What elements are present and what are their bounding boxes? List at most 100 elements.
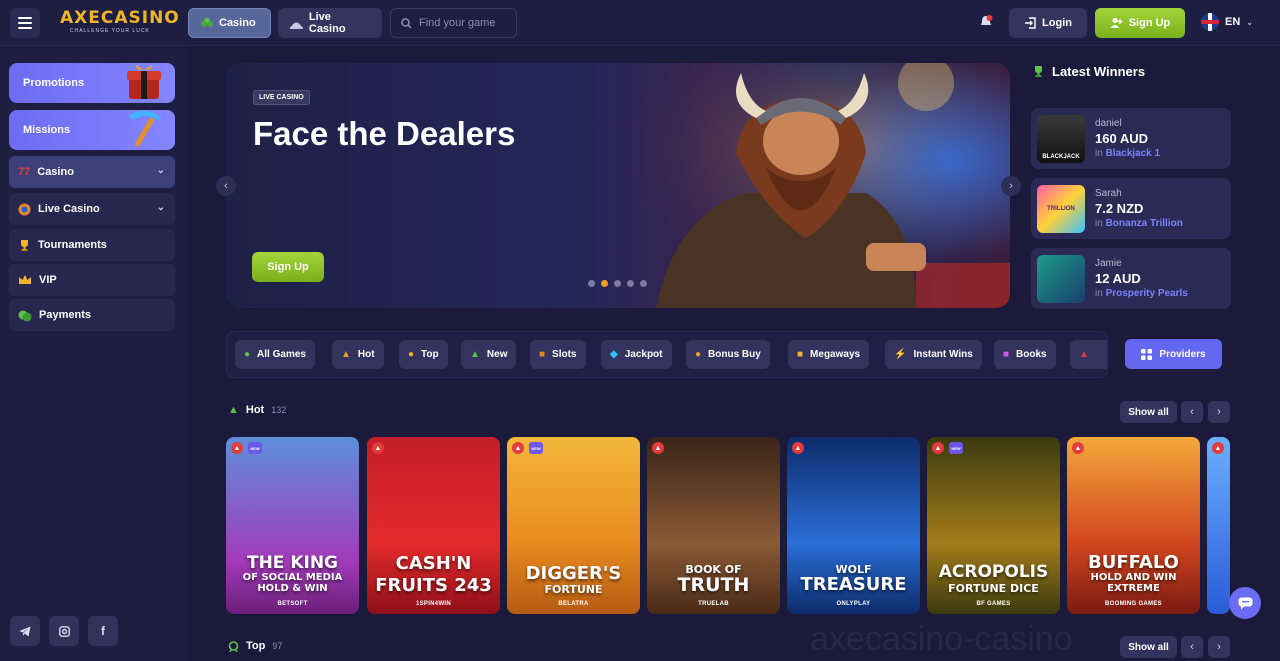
category-new[interactable]: ▲ New — [461, 340, 517, 369]
category-all-games[interactable]: ● All Games — [235, 340, 315, 369]
hot-show-all-button[interactable]: Show all — [1120, 401, 1177, 423]
category-slots[interactable]: ■ Slots — [530, 340, 586, 369]
winner-game-link[interactable]: Blackjack 1 — [1106, 148, 1161, 159]
search-placeholder: Find your game — [419, 17, 496, 29]
hot-badge-icon: ▲ — [231, 442, 243, 454]
game-subtitle: HOLD AND WIN — [1090, 572, 1177, 583]
bonanza-trillion-thumbnail: TRILLION — [1037, 184, 1085, 233]
hot-badge-icon: ▲ — [372, 442, 384, 454]
top-next-button[interactable]: › — [1208, 636, 1230, 658]
category-jackpot[interactable]: ◆ Jackpot — [601, 340, 672, 369]
nav-live-casino-label: Live Casino — [308, 11, 346, 35]
bonus-icon: ● — [695, 349, 702, 360]
carousel-dot[interactable] — [588, 280, 595, 287]
category-bonus-buy[interactable]: ● Bonus Buy — [686, 340, 770, 369]
gift-box-icon — [127, 65, 161, 99]
top-prev-button[interactable]: ‹ — [1181, 636, 1203, 658]
nav-live-casino-button[interactable]: Live Casino — [278, 8, 382, 38]
sidebar-promotions-banner[interactable]: Promotions — [9, 63, 175, 103]
game-card[interactable]: ▲ CASH'N FRUITS 243 1SPIN4WIN — [367, 437, 500, 614]
new-badge: NEW — [529, 442, 543, 454]
hamburger-menu-button[interactable] — [10, 8, 40, 38]
hot-prev-button[interactable]: ‹ — [1181, 401, 1203, 423]
search-input[interactable]: Find your game — [390, 8, 517, 38]
clover-icon — [201, 18, 213, 27]
search-icon — [401, 17, 412, 29]
language-selector[interactable]: EN ⌄ — [1201, 13, 1253, 31]
chevron-left-icon: ‹ — [224, 180, 228, 192]
notification-bell-icon[interactable] — [978, 14, 994, 30]
logo[interactable]: AXECASINO CHALLENGE YOUR LUCK — [60, 10, 179, 36]
sidebar-item-vip[interactable]: VIP — [9, 264, 175, 296]
carousel-dot[interactable] — [627, 280, 634, 287]
hot-badge-icon: ▲ — [1212, 442, 1224, 454]
fire-icon: ▲ — [341, 349, 351, 360]
top-show-all-button[interactable]: Show all — [1120, 636, 1177, 658]
promotions-label: Promotions — [23, 77, 85, 89]
sidebar-item-payments[interactable]: Payments — [9, 299, 175, 331]
menu-icon — [18, 17, 32, 29]
winner-game-link[interactable]: Bonanza Trillion — [1106, 218, 1183, 229]
winner-amount: 7.2 NZD — [1095, 201, 1144, 216]
slot-777-icon: 77 — [18, 166, 31, 178]
category-more[interactable]: ▲ — [1070, 340, 1107, 369]
sidebar-item-label: Payments — [39, 309, 91, 321]
carousel-dot[interactable] — [640, 280, 647, 287]
facebook-button[interactable]: f — [88, 616, 118, 646]
login-label: Login — [1042, 17, 1072, 29]
prosperity-pearls-thumbnail — [1037, 254, 1085, 303]
login-button[interactable]: Login — [1009, 8, 1087, 38]
hero-tag: LIVE CASINO — [253, 90, 310, 105]
instagram-button[interactable] — [49, 616, 79, 646]
hero-banner[interactable]: LIVE CASINO Face the Dealers Sign Up — [226, 63, 1010, 308]
winner-card[interactable]: BLACKJACK daniel 160 AUD in Blackjack 1 — [1031, 108, 1231, 169]
telegram-button[interactable] — [10, 616, 40, 646]
game-card[interactable]: ▲ BUFFALO HOLD AND WIN EXTREME BOOMING G… — [1067, 437, 1200, 614]
chat-support-button[interactable] — [1229, 587, 1261, 619]
latest-winners-title: Latest Winners — [1032, 64, 1145, 79]
game-card[interactable]: ▲ NEW THE KING OF SOCIAL MEDIA HOLD & WI… — [226, 437, 359, 614]
carousel-dot[interactable] — [614, 280, 621, 287]
chevron-down-icon: ⌄ — [156, 165, 165, 176]
sidebar-item-casino[interactable]: 77 Casino ⌄ — [9, 156, 175, 188]
winner-game-link[interactable]: Prosperity Pearls — [1106, 288, 1188, 299]
dealer-bell-icon — [290, 22, 303, 29]
sidebar-item-label: VIP — [39, 274, 57, 286]
hero-signup-button[interactable]: Sign Up — [252, 252, 324, 282]
category-instant-wins[interactable]: ⚡ Instant Wins — [885, 340, 982, 369]
game-card-partial[interactable]: ▲ — [1207, 437, 1230, 614]
winner-card[interactable]: TRILLION Sarah 7.2 NZD in Bonanza Trilli… — [1031, 178, 1231, 239]
game-card[interactable]: ▲ NEW DIGGER'S FORTUNE BELATRA — [507, 437, 640, 614]
game-card[interactable]: ▲ WOLF TREASURE ONLYPLAY — [787, 437, 920, 614]
category-hot[interactable]: ▲ Hot — [332, 340, 384, 369]
nav-casino-button[interactable]: Casino — [188, 8, 271, 38]
winner-card[interactable]: Jamie 12 AUD in Prosperity Pearls — [1031, 248, 1231, 309]
hero-prev-button[interactable]: ‹ — [216, 176, 236, 196]
trophy-icon — [21, 239, 28, 251]
category-megaways[interactable]: ■ Megaways — [788, 340, 870, 369]
category-bar: ● All Games ▲ Hot ● Top ▲ New ■ Slots ◆ Jackpo… — [226, 331, 1108, 378]
hero-viking-dealer-image — [616, 63, 1010, 308]
telegram-icon — [19, 626, 31, 636]
game-card[interactable]: ▲ BOOK OF TRUTH TRUELAB — [647, 437, 780, 614]
hot-badge-icon: ▲ — [932, 442, 944, 454]
sidebar-missions-banner[interactable]: Missions — [9, 110, 175, 150]
winner-game: in Prosperity Pearls — [1095, 288, 1188, 299]
hot-next-button[interactable]: › — [1208, 401, 1230, 423]
game-card[interactable]: ▲ NEW ACROPOLIS FORTUNE DICE BF GAMES — [927, 437, 1060, 614]
sidebar-item-tournaments[interactable]: Tournaments — [9, 229, 175, 261]
category-top[interactable]: ● Top — [399, 340, 448, 369]
fire-icon: ▲ — [228, 404, 239, 416]
chat-bubble-icon — [1238, 597, 1252, 609]
winner-name: daniel — [1095, 118, 1122, 129]
providers-button[interactable]: Providers — [1125, 339, 1222, 369]
category-books[interactable]: ■ Books — [994, 340, 1056, 369]
sidebar-item-live-casino[interactable]: Live Casino ⌄ — [9, 193, 175, 225]
book-icon: ■ — [1003, 349, 1010, 360]
hero-next-button[interactable]: › — [1001, 176, 1021, 196]
sidebar-item-label: Casino — [37, 166, 74, 178]
game-subtitle: FORTUNE DICE — [948, 582, 1039, 595]
signup-button[interactable]: Sign Up — [1095, 8, 1185, 38]
carousel-dot-active[interactable] — [601, 280, 608, 287]
game-provider: BF GAMES — [976, 601, 1011, 607]
